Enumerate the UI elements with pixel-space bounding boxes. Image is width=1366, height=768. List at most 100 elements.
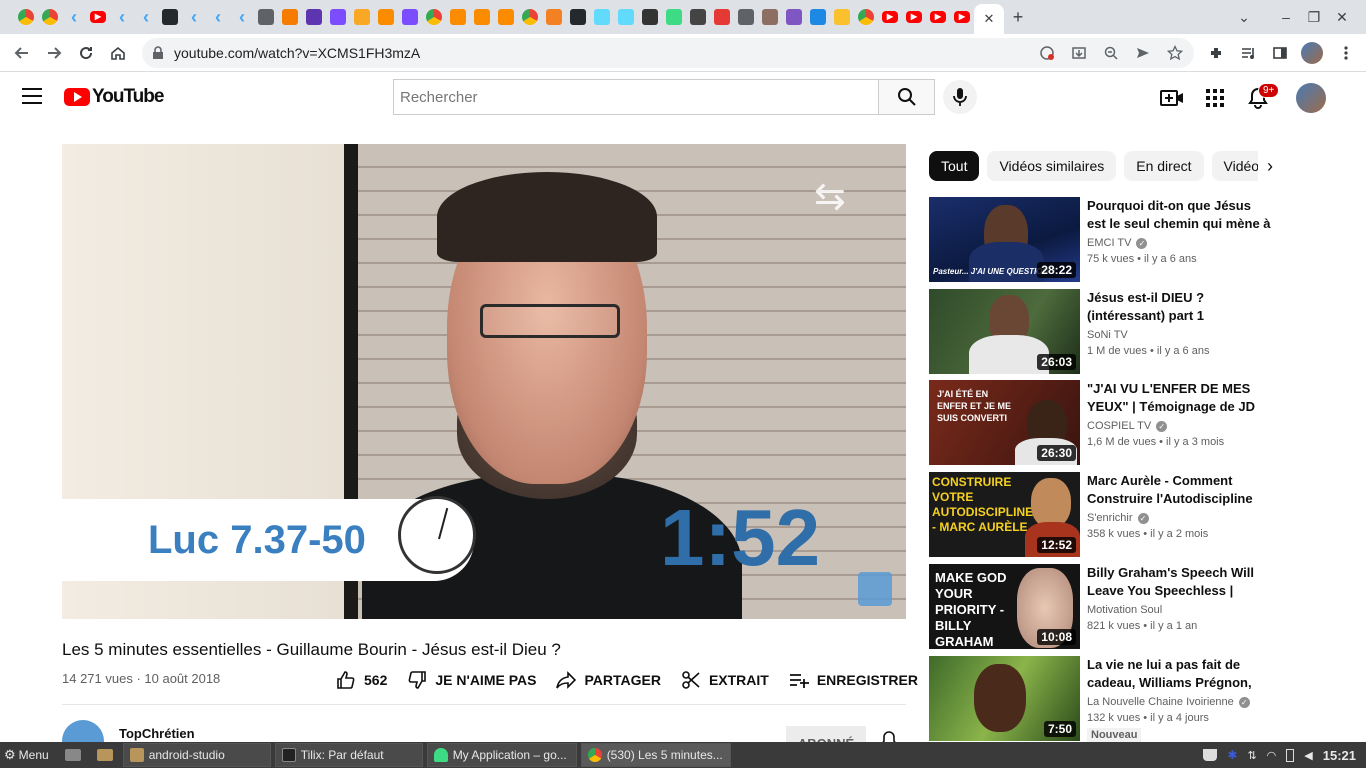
browser-tab[interactable] [590,6,614,28]
recommendation-title[interactable]: Billy Graham's Speech Will Leave You Spe… [1087,564,1273,600]
bluetooth-icon[interactable]: ✱ [1227,748,1237,762]
camera-launcher-icon[interactable] [59,743,87,767]
create-video-icon[interactable] [1159,85,1185,111]
share-button[interactable]: PARTAGER [556,670,661,690]
browser-tab[interactable] [278,6,302,28]
side-panel-icon[interactable] [1264,37,1296,69]
active-tab-close-icon[interactable]: ✕ [974,4,1004,34]
browser-tab[interactable] [254,6,278,28]
browser-tab[interactable] [350,6,374,28]
browser-tab[interactable] [638,6,662,28]
network-icon[interactable]: ⇅ [1247,749,1256,762]
recommendation-item[interactable]: CONSTRUIRE VOTRE AUTODISCIPLINE - MARC A… [929,472,1349,558]
search-input[interactable]: Rechercher [393,79,879,115]
start-menu-button[interactable]: ⚙ Menu [0,743,55,767]
video-thumbnail[interactable]: Pasteur... J'AI UNE QUESTION ? 28:22 [929,197,1080,282]
url-text[interactable]: youtube.com/watch?v=XCMS1FH3mzA [174,45,420,61]
video-thumbnail[interactable]: 26:03 [929,289,1080,374]
browser-tab[interactable] [446,6,470,28]
browser-tab[interactable]: ‹ [134,6,158,28]
channel-name[interactable]: TopChrétien [119,726,195,741]
extensions-icon[interactable] [1200,37,1232,69]
browser-tab[interactable] [710,6,734,28]
youtube-logo[interactable]: YouTube [64,86,164,108]
new-tab-button[interactable]: + [1004,3,1032,31]
video-thumbnail[interactable]: CONSTRUIRE VOTRE AUTODISCIPLINE - MARC A… [929,472,1080,557]
account-avatar[interactable] [1296,83,1326,113]
browser-tab[interactable] [662,6,686,28]
recommendation-channel[interactable]: La Nouvelle Chaine Ivoirienne ✓ [1087,696,1250,708]
video-thumbnail[interactable]: 7:50 [929,656,1080,741]
install-icon[interactable] [1066,40,1092,66]
reload-button[interactable] [70,37,102,69]
profile-avatar[interactable] [1296,37,1328,69]
chip-similar-videos[interactable]: Vidéos similaires [987,151,1117,181]
browser-tab[interactable] [854,6,878,28]
apps-grid-icon[interactable] [1202,85,1228,111]
home-button[interactable] [102,37,134,69]
browser-tab[interactable] [758,6,782,28]
folder-launcher-icon[interactable] [91,743,119,767]
clip-button[interactable]: EXTRAIT [681,670,769,690]
media-control-icon[interactable] [1232,37,1264,69]
menu-icon[interactable] [22,88,42,104]
browser-tab[interactable] [494,6,518,28]
browser-menu-icon[interactable] [1330,37,1362,69]
video-player[interactable]: Luc 7.37-50 1:52 ⇆ [62,144,906,619]
maximize-icon[interactable]: ❐ [1300,3,1328,31]
browser-tab[interactable] [614,6,638,28]
recommendation-item[interactable]: 7:50 La vie ne lui a pas fait de cadeau,… [929,656,1349,742]
browser-tab[interactable]: ▶ [926,6,950,28]
recommendation-channel[interactable]: COSPIEL TV ✓ [1087,420,1168,432]
browser-tab[interactable] [374,6,398,28]
recommendation-channel[interactable]: EMCI TV ✓ [1087,237,1148,249]
like-button[interactable]: 562 [336,670,387,690]
browser-tab[interactable] [830,6,854,28]
browser-tab[interactable] [686,6,710,28]
browser-tab[interactable] [806,6,830,28]
send-icon[interactable] [1130,40,1156,66]
wifi-icon[interactable]: ◠ [1267,749,1277,762]
taskbar-window-tilix[interactable]: Tilix: Par défaut [274,743,423,767]
browser-tab[interactable]: ‹ [110,6,134,28]
back-button[interactable] [6,37,38,69]
browser-tab[interactable] [542,6,566,28]
browser-tab[interactable]: ▶ [86,6,110,28]
browser-tab[interactable] [302,6,326,28]
recommendation-item[interactable]: Pasteur... J'AI UNE QUESTION ? 28:22 Pou… [929,197,1349,283]
star-icon[interactable] [1162,40,1188,66]
dislike-button[interactable]: JE N'AIME PAS [407,670,536,690]
clock-text[interactable]: 15:21 [1323,748,1356,763]
recommendation-channel[interactable]: S'enrichir ✓ [1087,512,1149,524]
browser-tab[interactable]: ‹ [62,6,86,28]
browser-tab[interactable]: ▶ [902,6,926,28]
video-thumbnail[interactable]: MAKE GOD YOUR PRIORITY - BILLY GRAHAM 10… [929,564,1080,649]
chip-all[interactable]: Tout [929,151,980,181]
chip-live[interactable]: En direct [1124,151,1204,181]
browser-tab[interactable] [422,6,446,28]
taskbar-window-android-studio[interactable]: android-studio [122,743,271,767]
recommendation-title[interactable]: Marc Aurèle - Comment Construire l'Autod… [1087,472,1273,508]
search-button[interactable] [878,79,935,115]
browser-tab[interactable]: ‹ [230,6,254,28]
browser-tab[interactable]: ▶ [878,6,902,28]
forward-button[interactable] [38,37,70,69]
browser-tab[interactable] [566,6,590,28]
cup-icon[interactable] [1203,749,1218,761]
recommendation-item[interactable]: 26:03 Jésus est-il DIEU ? (intéressant) … [929,289,1349,375]
tab-search-icon[interactable]: ⌄ [1230,3,1258,31]
browser-tab[interactable] [470,6,494,28]
browser-tab[interactable] [326,6,350,28]
recommendation-title[interactable]: Jésus est-il DIEU ? (intéressant) part 1 [1087,289,1273,325]
browser-tab[interactable]: ‹ [206,6,230,28]
browser-tab[interactable] [734,6,758,28]
recommendation-channel[interactable]: Motivation Soul [1087,604,1162,616]
browser-tab[interactable] [782,6,806,28]
channel-watermark-icon[interactable] [858,572,892,606]
recommendation-title[interactable]: "J'AI VU L'ENFER DE MES YEUX" | Témoigna… [1087,380,1273,416]
browser-tab[interactable] [38,6,62,28]
recommendation-item[interactable]: J'AI ÉTÉ EN ENFER ET JE ME SUIS CONVERTI… [929,380,1349,466]
close-window-icon[interactable]: ✕ [1328,3,1356,31]
volume-icon[interactable]: ◀ [1304,749,1312,762]
taskbar-window-chrome[interactable]: (530) Les 5 minutes... [580,743,731,767]
